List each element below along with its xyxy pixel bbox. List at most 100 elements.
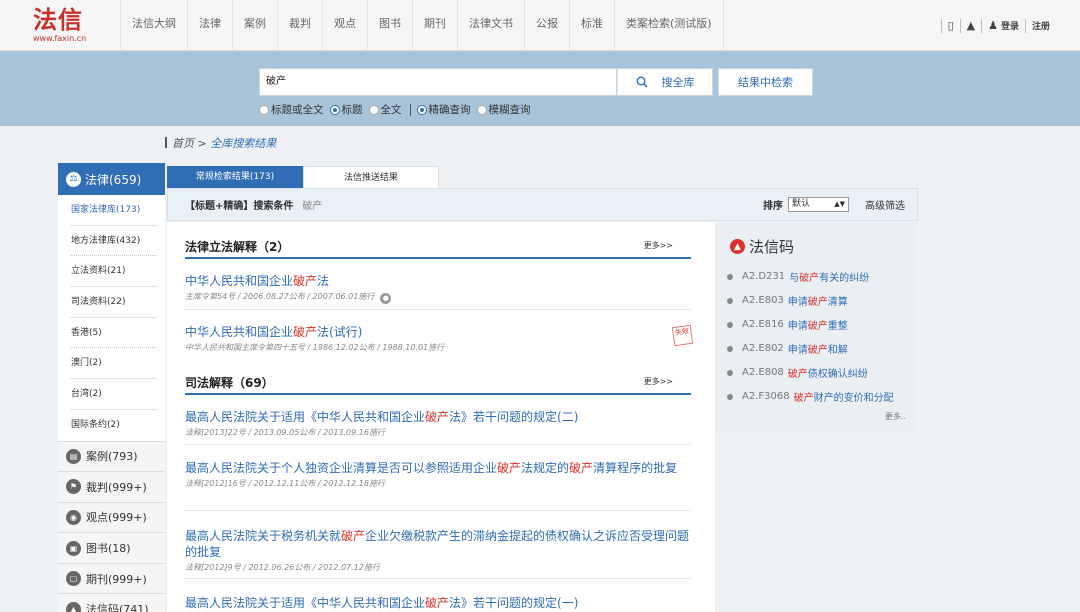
sidebar-sub-hongkong[interactable]: 香港(5) (71, 318, 157, 349)
sidebar-sub-judicial[interactable]: 司法资料(22) (71, 287, 157, 318)
login-link[interactable]: 登录 (1001, 19, 1019, 32)
result-title[interactable]: 中华人民共和国企业破产法 (185, 273, 691, 289)
option-title[interactable]: 标题 (329, 102, 363, 117)
section-title: 法律立法解释（2） (185, 240, 290, 254)
search-icon (636, 76, 648, 88)
nav-cases[interactable]: 案例 (232, 0, 277, 51)
faxin-code-title: ▲ 法信码 (730, 236, 794, 257)
faxin-code-item[interactable]: A2.F3068 破产财产的变价和分配 (727, 389, 894, 404)
sidebar-cat-label: 期刊(999+) (86, 572, 147, 586)
faxin-code-icon: ▲ (730, 239, 745, 254)
user-icon: ♟ (988, 19, 998, 32)
search-input[interactable]: 破产 (259, 68, 617, 96)
option-fulltext[interactable]: 全文 (368, 102, 402, 117)
breadcrumb: 首页 > 全库搜索结果 (165, 135, 276, 151)
faxin-code-icon: ▲ (66, 601, 81, 612)
option-exact[interactable]: 精确查询 (416, 102, 471, 117)
result-item: 中华人民共和国企业破产法(试行) 中华人民共和国主席令第四十五号 / 1986.… (185, 324, 694, 360)
breadcrumb-home[interactable]: 首页 (172, 137, 194, 150)
more-link[interactable]: 更多>> (644, 240, 673, 251)
nav-gazette[interactable]: 公报 (524, 0, 569, 51)
tab-pushed-results[interactable]: 法信推送结果 (303, 166, 439, 188)
more-link[interactable]: 更多>> (644, 376, 673, 387)
mobile-icon[interactable]: ▯ (948, 19, 954, 32)
sidebar: ⚖ 法律(659) 国家法律库(173) 地方法律库(432) 立法资料(21)… (58, 163, 165, 612)
faxin-code-item[interactable]: A2.E808 破产债权确认纠纷 (727, 365, 868, 380)
sidebar-sub-macau[interactable]: 澳门(2) (71, 348, 157, 380)
result-title[interactable]: 最高人民法院关于适用《中华人民共和国企业破产法》若干问题的规定(一) (185, 595, 691, 611)
option-label: 模糊查询 (488, 104, 531, 116)
bullet-icon (727, 321, 733, 328)
sidebar-sub-legislative[interactable]: 立法资料(21) (71, 256, 157, 288)
option-label: 全文 (380, 104, 402, 116)
sidebar-item-cases[interactable]: ▤ 案例(793) (58, 440, 165, 472)
result-title[interactable]: 最高人民法院关于税务机关就破产企业欠缴税款产生的滞纳金提起的债权确认之诉应否受理… (185, 528, 691, 560)
sidebar-cat-label: 裁判(999+) (86, 480, 147, 494)
result-title[interactable]: 最高人民法院关于个人独资企业清算是否可以参照适用企业破产法规定的破产清算程序的批… (185, 460, 691, 476)
nav-standards[interactable]: 标准 (569, 0, 614, 51)
search-all-button[interactable]: 搜全库 (617, 68, 713, 96)
nav-viewpoints[interactable]: 观点 (322, 0, 367, 51)
result-title[interactable]: 最高人民法院关于适用《中华人民共和国企业破产法》若干问题的规定(二) (185, 409, 691, 425)
nav-books[interactable]: 图书 (367, 0, 412, 51)
sidebar-sub-treaties[interactable]: 国际条约(2) (71, 410, 157, 441)
sidebar-item-books[interactable]: ▣ 图书(18) (58, 532, 165, 563)
search-all-label: 搜全库 (661, 76, 695, 89)
sort-controls: 排序 默认 ▲▼ 高级筛选 (763, 189, 905, 220)
sort-select[interactable]: 默认 ▲▼ (788, 197, 849, 212)
result-meta: 法释[2013]22号 / 2013.09.05公布 / 2013.09.16施… (185, 428, 385, 437)
search-in-results-button[interactable]: 结果中检索 (718, 68, 813, 96)
sidebar-cat-label: 观点(999+) (86, 511, 147, 525)
faxin-code-item[interactable]: A2.D231 与破产有关的纠纷 (727, 269, 869, 284)
journal-icon: ▢ (66, 571, 81, 587)
result-item: 最高人民法院关于个人独资企业清算是否可以参照适用企业破产法规定的破产清算程序的批… (185, 460, 691, 511)
result-item: 最高人民法院关于适用《中华人民共和国企业破产法》若干问题的规定(一) (185, 595, 691, 612)
scales-icon: ⚖ (66, 171, 81, 187)
section-legislative-interpretation: 法律立法解释（2） 更多>> (185, 224, 691, 259)
faxin-code-item[interactable]: A2.E802 申请破产和解 (727, 341, 848, 356)
faxin-logo[interactable]: 法信 www.faxin.cn (33, 6, 86, 43)
tab-regular-results[interactable]: 常规检索结果(173) (167, 166, 303, 188)
nav-legal-docs[interactable]: 法律文书 (457, 0, 524, 51)
condition-label: 【标题+精确】搜索条件 (185, 201, 294, 212)
faxin-code-more-link[interactable]: 更多.. (885, 411, 906, 422)
breadcrumb-current: 全库搜索结果 (210, 137, 277, 150)
bullet-icon (727, 297, 733, 304)
logo-url: www.faxin.cn (33, 34, 87, 43)
sidebar-cat-label: 图书(18) (86, 542, 131, 556)
sidebar-item-law[interactable]: ⚖ 法律(659) (58, 163, 165, 195)
nav-outline[interactable]: 法信大纲 (120, 0, 187, 51)
faxin-code-item[interactable]: A2.E816 申请破产重整 (727, 317, 848, 332)
results-panel: 法律立法解释（2） 更多>> 中华人民共和国企业破产法 主席令第54号 / 20… (167, 222, 715, 612)
option-fuzzy[interactable]: 模糊查询 (476, 102, 531, 117)
sidebar-head-label: 法律(659) (85, 172, 142, 187)
sidebar-sub-national[interactable]: 国家法律库(173) (71, 195, 157, 226)
sidebar-sub-taiwan[interactable]: 台湾(2) (71, 379, 157, 410)
faxin-code-item[interactable]: A2.E803 申请破产清算 (727, 293, 848, 308)
divider (981, 18, 983, 33)
sidebar-item-viewpoints[interactable]: ◉ 观点(999+) (58, 501, 165, 533)
option-title-or-fulltext[interactable]: 标题或全文 (259, 102, 324, 117)
sidebar-cat-label: 法信码(741) (86, 603, 149, 612)
divider (959, 18, 961, 33)
option-label: 标题或全文 (271, 104, 324, 116)
nav-journals[interactable]: 期刊 (412, 0, 457, 51)
nav-judgments[interactable]: 裁判 (277, 0, 322, 51)
bullet-icon (727, 369, 733, 376)
advanced-filter-link[interactable]: 高级筛选 (865, 197, 905, 212)
nav-law[interactable]: 法律 (187, 0, 232, 51)
sidebar-sub-local[interactable]: 地方法律库(432) (71, 226, 157, 257)
result-title[interactable]: 中华人民共和国企业破产法(试行) (185, 324, 691, 340)
breadcrumb-bar (165, 137, 167, 148)
search-options: 标题或全文 标题 全文 精确查询 模糊查询 (259, 102, 537, 117)
register-link[interactable]: 注册 (1032, 19, 1050, 32)
lock-icon: ● (380, 293, 392, 304)
section-title: 司法解释（69） (185, 376, 274, 390)
radio-icon (259, 104, 269, 115)
sidebar-item-judgments[interactable]: ⚑ 裁判(999+) (58, 471, 165, 502)
sidebar-item-faxin-code[interactable]: ▲ 法信码(741) (58, 593, 165, 612)
nav-similar-case[interactable]: 类案检索(测试版) (614, 0, 724, 51)
condition-value: 破产 (302, 201, 323, 212)
sidebar-item-journals[interactable]: ▢ 期刊(999+) (58, 562, 165, 594)
warning-icon[interactable]: ▲ (967, 19, 975, 32)
